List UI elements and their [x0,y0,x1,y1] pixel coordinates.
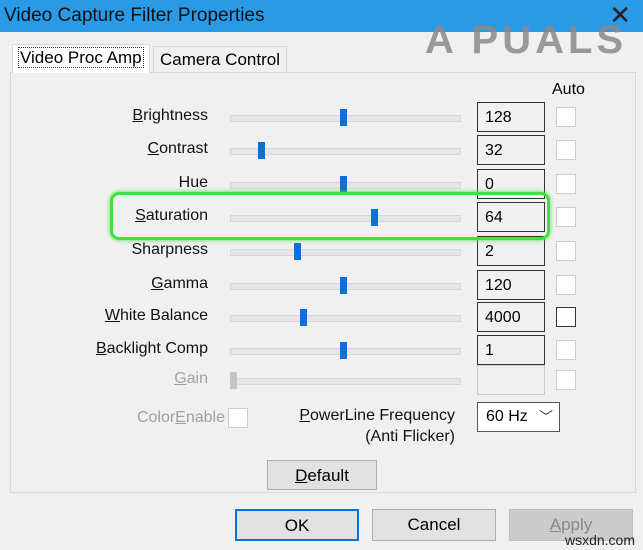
auto-checkbox[interactable] [556,275,576,295]
slider-thumb[interactable] [340,277,347,294]
auto-checkbox[interactable] [556,174,576,194]
property-slider[interactable] [230,176,461,193]
slider-thumb[interactable] [340,109,347,126]
slider-thumb[interactable] [300,309,308,326]
property-label: Sharpness [131,241,209,258]
slider-thumb[interactable] [340,176,347,193]
site-watermark: wsxdn.com [564,532,635,548]
property-value-field[interactable]: 32 [477,135,545,165]
appuals-logo-watermark: A PUALS [425,18,628,62]
select-value: 60 Hz [486,408,528,425]
property-label: Contrast [147,140,208,157]
auto-checkbox[interactable] [556,107,576,127]
property-value-field[interactable]: 120 [477,270,545,300]
property-label: White Balance [104,307,208,324]
slider-thumb[interactable] [230,372,237,389]
tab-camera-control[interactable]: Camera Control [153,46,287,72]
window-title: Video Capture Filter Properties [4,5,265,26]
property-label: Gain [174,370,208,387]
slider-thumb[interactable] [257,142,265,159]
powerline-frequency-label: PowerLine Frequency (Anti Flicker) [299,407,455,445]
property-value-field[interactable] [477,365,545,395]
property-label: Backlight Comp [95,340,208,357]
property-value-field[interactable]: 4000 [477,302,545,332]
color-enable-checkbox[interactable] [228,408,248,428]
property-slider[interactable] [230,243,461,260]
property-value-field[interactable]: 1 [477,335,545,365]
auto-checkbox[interactable] [556,140,576,160]
ok-button[interactable]: OK [235,509,359,541]
property-value-field[interactable]: 2 [477,236,545,266]
slider-thumb[interactable] [293,243,301,260]
saturation-highlight [110,192,550,240]
property-slider[interactable] [230,109,461,126]
property-slider[interactable] [230,142,461,159]
property-slider[interactable] [230,342,461,359]
property-label: Hue [178,174,208,191]
property-slider[interactable] [230,309,461,326]
auto-checkbox[interactable] [556,370,576,390]
auto-checkbox[interactable] [556,307,576,327]
slider-thumb[interactable] [340,342,347,359]
auto-checkbox[interactable] [556,340,576,360]
chevron-down-icon: ﹀ [539,409,553,425]
tab-label: Camera Control [160,50,280,69]
color-enable-label: ColorEnable [136,409,225,426]
tab-label: Video Proc Amp [18,47,144,68]
powerline-frequency-select[interactable]: 60 Hz ﹀ [477,402,560,432]
property-label: Gamma [151,275,208,292]
auto-header: Auto [552,81,585,98]
property-value-field[interactable]: 128 [477,102,545,132]
property-slider[interactable] [230,372,461,389]
auto-checkbox[interactable] [556,207,576,227]
auto-checkbox[interactable] [556,241,576,261]
default-button[interactable]: Default [267,460,377,490]
cancel-button[interactable]: Cancel [372,509,496,541]
property-slider[interactable] [230,277,461,294]
tab-video-proc-amp[interactable]: Video Proc Amp [12,44,150,73]
property-label: Brightness [132,107,208,124]
